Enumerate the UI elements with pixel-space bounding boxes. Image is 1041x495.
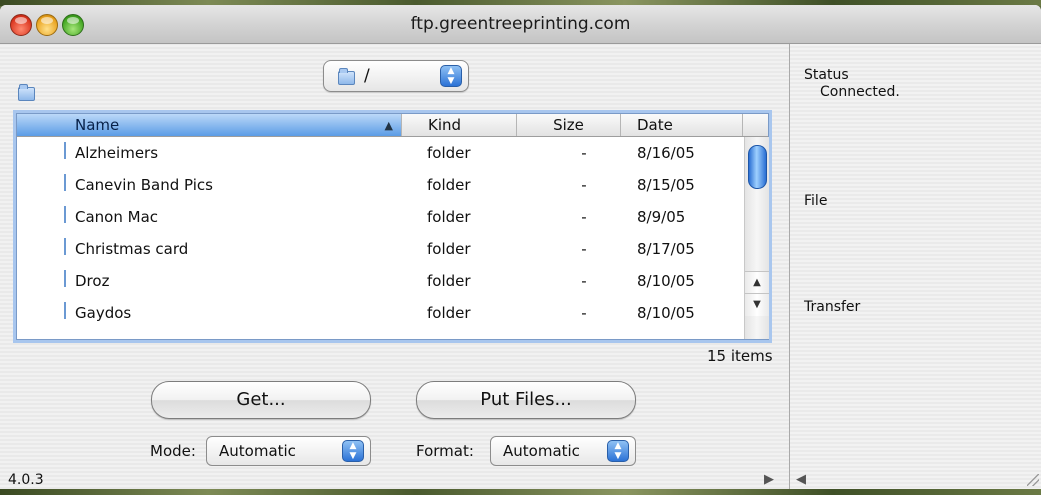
file-size: - bbox=[581, 144, 587, 162]
scroll-up-arrow-icon[interactable]: ▲ bbox=[745, 271, 769, 294]
item-count: 15 items bbox=[707, 347, 773, 365]
folder-icon bbox=[338, 68, 355, 85]
resize-grip-icon[interactable] bbox=[1027, 474, 1039, 486]
file-kind: folder bbox=[427, 272, 471, 290]
file-name: Gaydos bbox=[75, 304, 132, 322]
vertical-scrollbar[interactable]: ▲ ▼ bbox=[744, 137, 769, 339]
file-label: File bbox=[804, 193, 828, 209]
file-date: 8/9/05 bbox=[637, 208, 686, 226]
file-date: 8/10/05 bbox=[637, 304, 695, 322]
sort-ascending-icon: ▲ bbox=[384, 119, 393, 132]
ftp-window: ftp.greentreeprinting.com / ▲ ▼ Name ▲ Ki… bbox=[0, 5, 1041, 489]
file-list[interactable]: Name ▲ Kind Size Date Alzheimers folder … bbox=[16, 113, 769, 340]
file-name: Droz bbox=[75, 272, 110, 290]
popup-stepper-icon: ▲ ▼ bbox=[342, 440, 364, 462]
column-header-size[interactable]: Size bbox=[517, 114, 621, 136]
scroll-down-arrow-icon[interactable]: ▼ bbox=[745, 293, 769, 316]
file-kind: folder bbox=[427, 208, 471, 226]
table-row[interactable]: Droz folder - 8/10/05 bbox=[17, 265, 744, 297]
file-name: Canevin Band Pics bbox=[75, 176, 213, 194]
folder-icon bbox=[64, 270, 66, 287]
column-header-name[interactable]: Name ▲ bbox=[17, 114, 402, 136]
file-size: - bbox=[581, 272, 587, 290]
folder-icon bbox=[64, 206, 66, 223]
title-bar[interactable]: ftp.greentreeprinting.com bbox=[0, 5, 1041, 44]
pane-divider-right-arrow-icon[interactable]: ▶ bbox=[764, 472, 774, 487]
file-name: Canon Mac bbox=[75, 208, 159, 226]
scrollbar-thumb[interactable] bbox=[748, 145, 767, 189]
desktop-background-bottom bbox=[0, 489, 1041, 495]
table-row[interactable]: Canon Mac folder - 8/9/05 bbox=[17, 201, 744, 233]
mode-select[interactable]: Automatic ▲ ▼ bbox=[206, 436, 371, 466]
column-header-date[interactable]: Date bbox=[621, 114, 743, 136]
transfer-label: Transfer bbox=[804, 299, 861, 315]
status-label: Status bbox=[804, 67, 849, 83]
file-size: - bbox=[581, 208, 587, 226]
put-files-button[interactable]: Put Files... bbox=[416, 381, 636, 419]
drawer-left-arrow-icon[interactable]: ◀ bbox=[796, 472, 806, 487]
file-kind: folder bbox=[427, 240, 471, 258]
table-row[interactable]: Alzheimers folder - 8/16/05 bbox=[17, 137, 744, 169]
window-title: ftp.greentreeprinting.com bbox=[410, 14, 631, 34]
mode-label: Mode: bbox=[150, 442, 196, 460]
folder-icon[interactable] bbox=[18, 84, 35, 101]
version-label: 4.0.3 bbox=[8, 472, 44, 488]
status-value: Connected. bbox=[820, 84, 900, 100]
popup-stepper-icon: ▲ ▼ bbox=[607, 440, 629, 462]
file-size: - bbox=[581, 304, 587, 322]
column-header-kind[interactable]: Kind bbox=[402, 114, 517, 136]
file-date: 8/10/05 bbox=[637, 272, 695, 290]
path-label: / bbox=[364, 66, 370, 86]
table-row[interactable]: Canevin Band Pics folder - 8/15/05 bbox=[17, 169, 744, 201]
folder-icon bbox=[64, 174, 66, 191]
file-rows: Alzheimers folder - 8/16/05 Canevin Band… bbox=[17, 137, 744, 329]
file-kind: folder bbox=[427, 304, 471, 322]
file-name: Alzheimers bbox=[75, 144, 159, 162]
format-value: Automatic bbox=[503, 442, 580, 460]
file-list-header: Name ▲ Kind Size Date bbox=[17, 114, 744, 137]
file-date: 8/17/05 bbox=[637, 240, 695, 258]
folder-icon bbox=[64, 238, 66, 255]
file-kind: folder bbox=[427, 176, 471, 194]
file-date: 8/16/05 bbox=[637, 144, 695, 162]
popup-stepper-icon: ▲ ▼ bbox=[440, 65, 462, 87]
mode-value: Automatic bbox=[219, 442, 296, 460]
get-button[interactable]: Get... bbox=[151, 381, 371, 419]
format-label: Format: bbox=[416, 442, 474, 460]
file-browser-pane: / ▲ ▼ Name ▲ Kind Size Date Alzheimers fo… bbox=[0, 44, 787, 489]
table-row[interactable]: Christmas card folder - 8/17/05 bbox=[17, 233, 744, 265]
file-name: Christmas card bbox=[75, 240, 189, 258]
header-corner bbox=[744, 114, 768, 137]
column-header-name-label: Name bbox=[75, 116, 120, 134]
path-popup[interactable]: / ▲ ▼ bbox=[323, 60, 469, 92]
folder-icon bbox=[64, 302, 66, 319]
file-size: - bbox=[581, 176, 587, 194]
status-drawer: Status Connected. File Transfer ◀ bbox=[789, 44, 1041, 489]
file-date: 8/15/05 bbox=[637, 176, 695, 194]
file-kind: folder bbox=[427, 144, 471, 162]
format-select[interactable]: Automatic ▲ ▼ bbox=[490, 436, 636, 466]
folder-icon bbox=[64, 142, 66, 159]
table-row[interactable]: Gaydos folder - 8/10/05 bbox=[17, 297, 744, 329]
file-size: - bbox=[581, 240, 587, 258]
